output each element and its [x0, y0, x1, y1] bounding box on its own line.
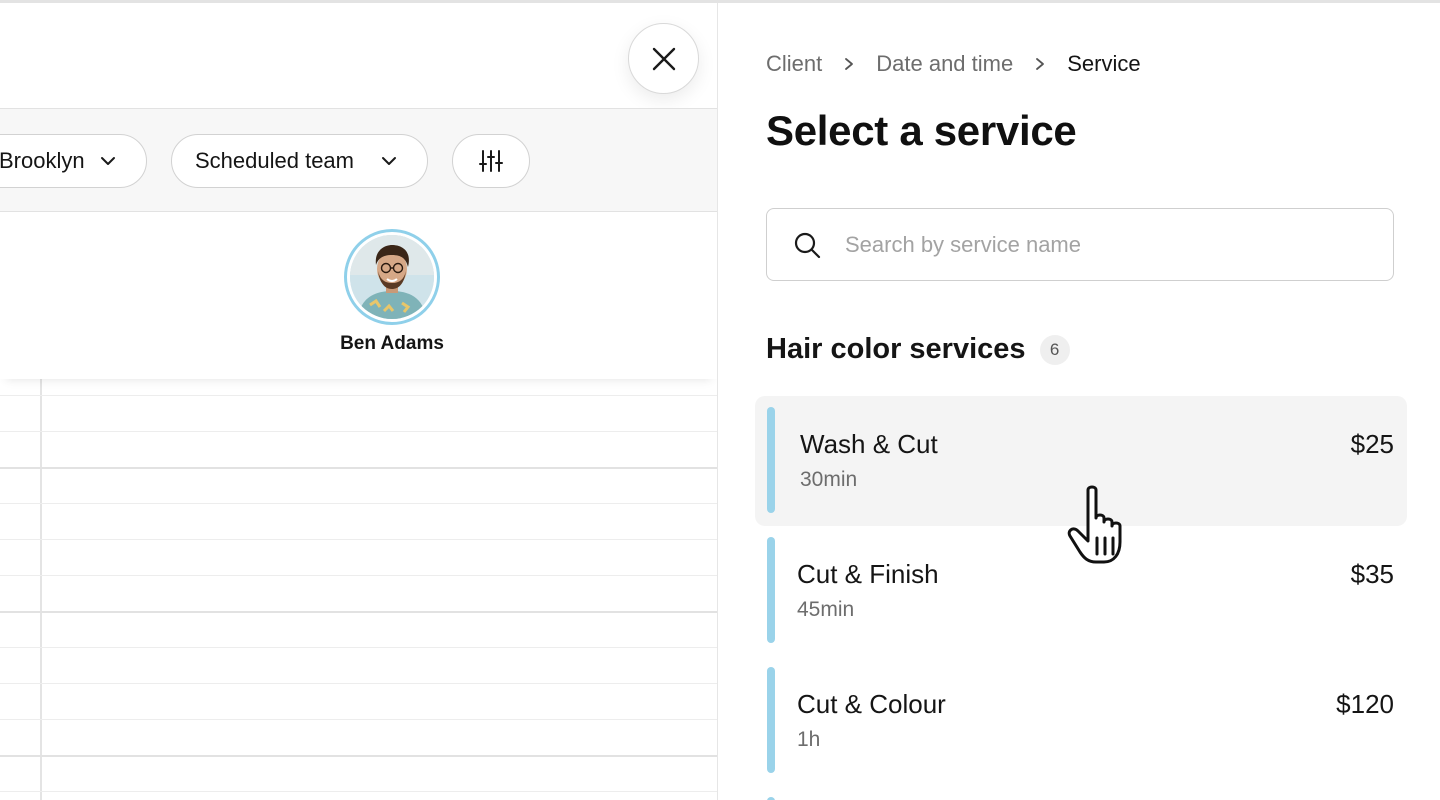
calendar-area: Brooklyn Scheduled team Ben Adams [0, 3, 717, 800]
sliders-icon [479, 150, 503, 172]
service-duration: 1h [797, 728, 821, 751]
service-color-bar [767, 537, 775, 643]
close-icon [652, 47, 675, 70]
service-item[interactable]: Cut & Colour 1h $120 [755, 656, 1407, 786]
search-icon [794, 232, 821, 258]
chevron-right-icon [842, 57, 856, 71]
service-name: Cut & Colour [797, 689, 946, 719]
service-duration: 30min [800, 468, 858, 491]
service-name: Wash & Cut [800, 429, 938, 459]
time-column-divider [40, 379, 42, 800]
section-count-badge: 6 [1039, 334, 1070, 365]
service-color-bar [767, 667, 775, 773]
filter-bar: Brooklyn Scheduled team [0, 108, 717, 212]
breadcrumb-service: Service [1067, 51, 1141, 76]
team-label: Scheduled team [195, 148, 354, 173]
filter-button[interactable] [452, 134, 530, 188]
chevron-right-icon [1033, 57, 1047, 71]
service-duration: 45min [797, 598, 855, 621]
location-label: Brooklyn [0, 148, 85, 173]
service-price: $120 [1336, 689, 1394, 719]
service-color-bar [767, 407, 775, 513]
breadcrumb: Client Date and time Service [766, 51, 1141, 77]
chevron-down-icon [101, 157, 115, 165]
breadcrumb-client[interactable]: Client [766, 51, 822, 77]
staff-name: Ben Adams [340, 333, 444, 354]
chevron-down-icon [382, 157, 396, 165]
section-header: Hair color services 6 [766, 333, 1070, 366]
search-box[interactable] [766, 208, 1394, 281]
search-input[interactable] [845, 231, 1365, 258]
staff-header: Ben Adams [0, 212, 717, 379]
service-price: $35 [1350, 559, 1394, 589]
page-title: Select a service [766, 107, 1077, 154]
avatar[interactable] [344, 229, 440, 325]
service-name: Cut & Finish [797, 559, 939, 589]
calendar-grid [0, 379, 717, 800]
service-panel: Client Date and time Service Select a se… [717, 3, 1440, 800]
section-title: Hair color services [766, 333, 1026, 365]
avatar-photo [350, 235, 434, 319]
close-button[interactable] [628, 23, 699, 94]
team-dropdown[interactable]: Scheduled team [171, 134, 428, 188]
service-item[interactable] [755, 786, 1407, 800]
breadcrumb-date-time[interactable]: Date and time [876, 51, 1013, 77]
service-price: $25 [1350, 429, 1394, 459]
hand-pointer-icon [1067, 485, 1122, 564]
location-dropdown[interactable]: Brooklyn [0, 134, 147, 188]
